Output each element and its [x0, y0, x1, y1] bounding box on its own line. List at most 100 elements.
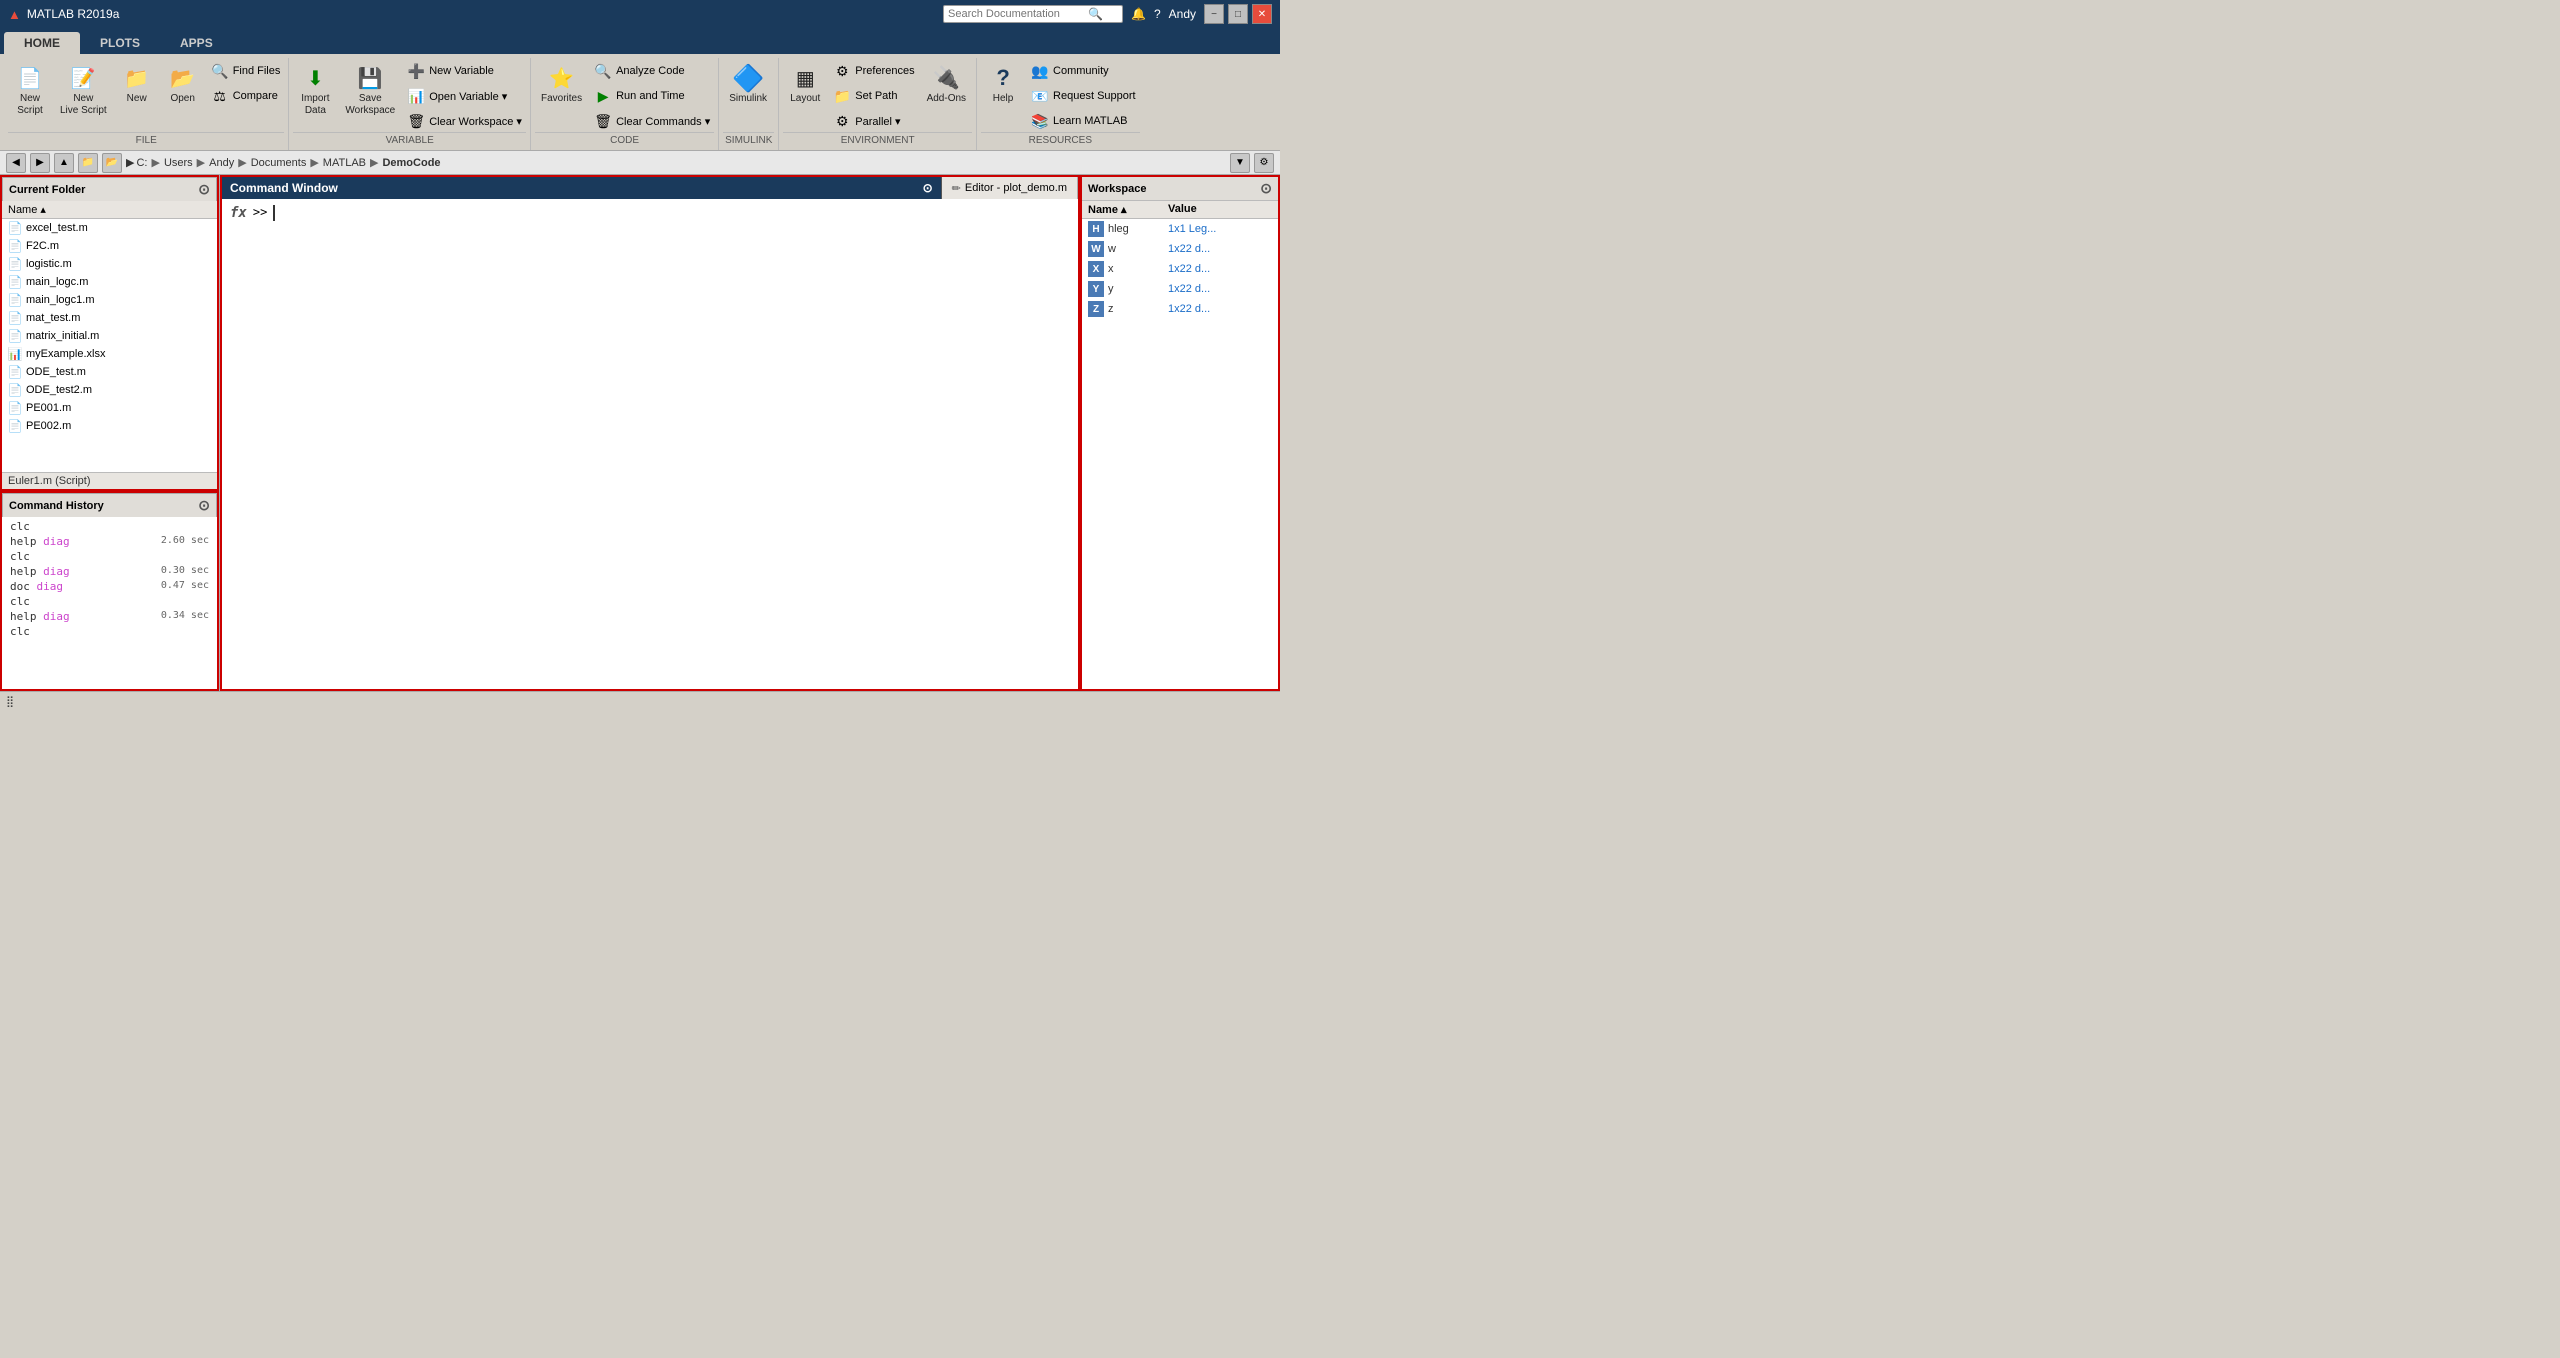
workspace-item-y[interactable]: Y y 1x22 d...: [1082, 279, 1278, 299]
new-icon: 📁: [123, 64, 151, 92]
workspace-item-x[interactable]: X x 1x22 d...: [1082, 259, 1278, 279]
ribbon-group-simulink: 🔷 Simulink SIMULINK: [719, 58, 779, 150]
back-btn[interactable]: ◀: [6, 153, 26, 173]
folder-item-myexample[interactable]: 📊 myExample.xlsx: [2, 345, 217, 363]
folder-list[interactable]: 📄 excel_test.m 📄 F2C.m 📄 logistic.m 📄 ma…: [2, 219, 217, 472]
command-window-title: Command Window: [230, 181, 338, 195]
search-box[interactable]: 🔍: [943, 5, 1123, 23]
favorites-button[interactable]: ⭐ Favorites: [535, 60, 588, 109]
tab-apps[interactable]: APPS: [160, 32, 233, 54]
workspace-list[interactable]: H hleg 1x1 Leg... W w 1x22 d... X x 1x22…: [1082, 219, 1278, 689]
browse-btn[interactable]: 📁: [78, 153, 98, 173]
ribbon-environment-items: ▦ Layout ⚙ Preferences 📁 Set Path ⚙ Para…: [783, 60, 972, 132]
preferences-button[interactable]: ⚙ Preferences: [829, 60, 918, 82]
cursor: [273, 205, 275, 221]
request-support-button[interactable]: 📧 Request Support: [1027, 85, 1140, 107]
clear-commands-button[interactable]: 🗑 Clear Commands ▾: [590, 110, 714, 132]
learn-matlab-button[interactable]: 📚 Learn MATLAB: [1027, 110, 1140, 132]
open-variable-button[interactable]: 📊 Open Variable ▾: [403, 85, 526, 107]
script-file-icon: 📄: [8, 275, 22, 289]
path-democode[interactable]: DemoCode: [382, 157, 440, 169]
folder-icon-btn: 📂: [102, 153, 122, 173]
up-btn[interactable]: ▲: [54, 153, 74, 173]
var-value-w: 1x22 d...: [1168, 243, 1210, 255]
new-button[interactable]: 📁 New: [115, 60, 159, 109]
workspace-header: Workspace ⊙: [1082, 177, 1278, 201]
set-path-button[interactable]: 📁 Set Path: [829, 85, 918, 107]
simulink-icon: 🔷: [734, 64, 762, 92]
command-window-body[interactable]: fx >>: [222, 199, 1078, 689]
tab-plots[interactable]: PLOTS: [80, 32, 160, 54]
clear-workspace-button[interactable]: 🗑 Clear Workspace ▾: [403, 110, 526, 132]
tab-home[interactable]: HOME: [4, 32, 80, 54]
import-data-button[interactable]: ⬇ ImportData: [293, 60, 337, 121]
folder-item-matrix-initial[interactable]: 📄 matrix_initial.m: [2, 327, 217, 345]
help-icon[interactable]: ?: [1154, 7, 1161, 21]
new-script-button[interactable]: 📄 NewScript: [8, 60, 52, 121]
workspace-item-z[interactable]: Z z 1x22 d...: [1082, 299, 1278, 319]
folder-item-main-logc[interactable]: 📄 main_logc.m: [2, 273, 217, 291]
layout-button[interactable]: ▦ Layout: [783, 60, 827, 109]
path-andy[interactable]: Andy: [209, 157, 234, 169]
new-variable-button[interactable]: ➕ New Variable: [403, 60, 526, 82]
addons-button[interactable]: 🔌 Add-Ons: [921, 60, 972, 109]
minimize-btn[interactable]: −: [1204, 4, 1224, 24]
parallel-button[interactable]: ⚙ Parallel ▾: [829, 110, 918, 132]
folder-item-excel-test[interactable]: 📄 excel_test.m: [2, 219, 217, 237]
simulink-button[interactable]: 🔷 Simulink: [723, 60, 773, 109]
new-live-script-button[interactable]: 📝 NewLive Script: [54, 60, 113, 121]
workspace-name-col: Name ▴: [1088, 203, 1168, 216]
notification-icon[interactable]: 🔔: [1131, 7, 1146, 21]
save-workspace-button[interactable]: 💾 SaveWorkspace: [339, 60, 401, 121]
folder-item-logistic[interactable]: 📄 logistic.m: [2, 255, 217, 273]
folder-item-pe002[interactable]: 📄 PE002.m: [2, 417, 217, 435]
address-expand-btn[interactable]: ▼: [1230, 153, 1250, 173]
save-icon: 💾: [356, 64, 384, 92]
run-and-time-button[interactable]: ▶ Run and Time: [590, 85, 714, 107]
maximize-btn[interactable]: □: [1228, 4, 1248, 24]
var-icon-y: Y: [1088, 281, 1104, 297]
command-history-header: Command History ⊙: [2, 493, 217, 517]
current-folder-expand[interactable]: ⊙: [198, 181, 210, 198]
folder-item-ode-test[interactable]: 📄 ODE_test.m: [2, 363, 217, 381]
path-users[interactable]: Users: [164, 157, 193, 169]
workspace-item-hleg[interactable]: H hleg 1x1 Leg...: [1082, 219, 1278, 239]
ribbon-file-items: 📄 NewScript 📝 NewLive Script 📁 New 📂 Ope…: [8, 60, 284, 132]
forward-btn[interactable]: ▶: [30, 153, 50, 173]
var-value-x: 1x22 d...: [1168, 263, 1210, 275]
analyze-code-button[interactable]: 🔍 Analyze Code: [590, 60, 714, 82]
path-matlab[interactable]: MATLAB: [323, 157, 366, 169]
ribbon: 📄 NewScript 📝 NewLive Script 📁 New 📂 Ope…: [0, 54, 1280, 151]
history-list[interactable]: clc help diag 2.60 sec clc help diag 0.3…: [2, 517, 217, 689]
learn-matlab-icon: 📚: [1031, 112, 1049, 130]
history-item: help diag 2.60 sec: [2, 534, 217, 549]
help-button[interactable]: ? Help: [981, 60, 1025, 109]
editor-tab[interactable]: ✏ Editor - plot_demo.m: [941, 177, 1078, 199]
title-bar: ▲ MATLAB R2019a 🔍 🔔 ? Andy − □ ✕: [0, 0, 1280, 28]
var-icon-z: Z: [1088, 301, 1104, 317]
address-settings-btn[interactable]: ⚙: [1254, 153, 1274, 173]
window-controls[interactable]: − □ ✕: [1204, 4, 1272, 24]
search-input[interactable]: [948, 8, 1088, 20]
command-window-expand[interactable]: ⊙: [923, 181, 933, 195]
folder-item-pe001[interactable]: 📄 PE001.m: [2, 399, 217, 417]
workspace-expand[interactable]: ⊙: [1260, 180, 1272, 197]
compare-button[interactable]: ⚖ Compare: [207, 85, 285, 107]
ribbon-group-environment: ▦ Layout ⚙ Preferences 📁 Set Path ⚙ Para…: [779, 58, 977, 150]
folder-item-ode-test2[interactable]: 📄 ODE_test2.m: [2, 381, 217, 399]
workspace-item-w[interactable]: W w 1x22 d...: [1082, 239, 1278, 259]
path-c[interactable]: C:: [136, 157, 147, 169]
close-btn[interactable]: ✕: [1252, 4, 1272, 24]
community-button[interactable]: 👥 Community: [1027, 60, 1140, 82]
folder-item-main-logc1[interactable]: 📄 main_logc1.m: [2, 291, 217, 309]
path-documents[interactable]: Documents: [251, 157, 307, 169]
folder-item-f2c[interactable]: 📄 F2C.m: [2, 237, 217, 255]
open-button[interactable]: 📂 Open: [161, 60, 205, 109]
folder-item-mat-test[interactable]: 📄 mat_test.m: [2, 309, 217, 327]
ribbon-code-items: ⭐ Favorites 🔍 Analyze Code ▶ Run and Tim…: [535, 60, 714, 132]
find-files-button[interactable]: 🔍 Find Files: [207, 60, 285, 82]
ribbon-simulink-items: 🔷 Simulink: [723, 60, 774, 132]
history-expand[interactable]: ⊙: [198, 497, 210, 514]
file-name: PE002.m: [26, 420, 71, 432]
resize-handle[interactable]: ⣿: [6, 695, 14, 708]
